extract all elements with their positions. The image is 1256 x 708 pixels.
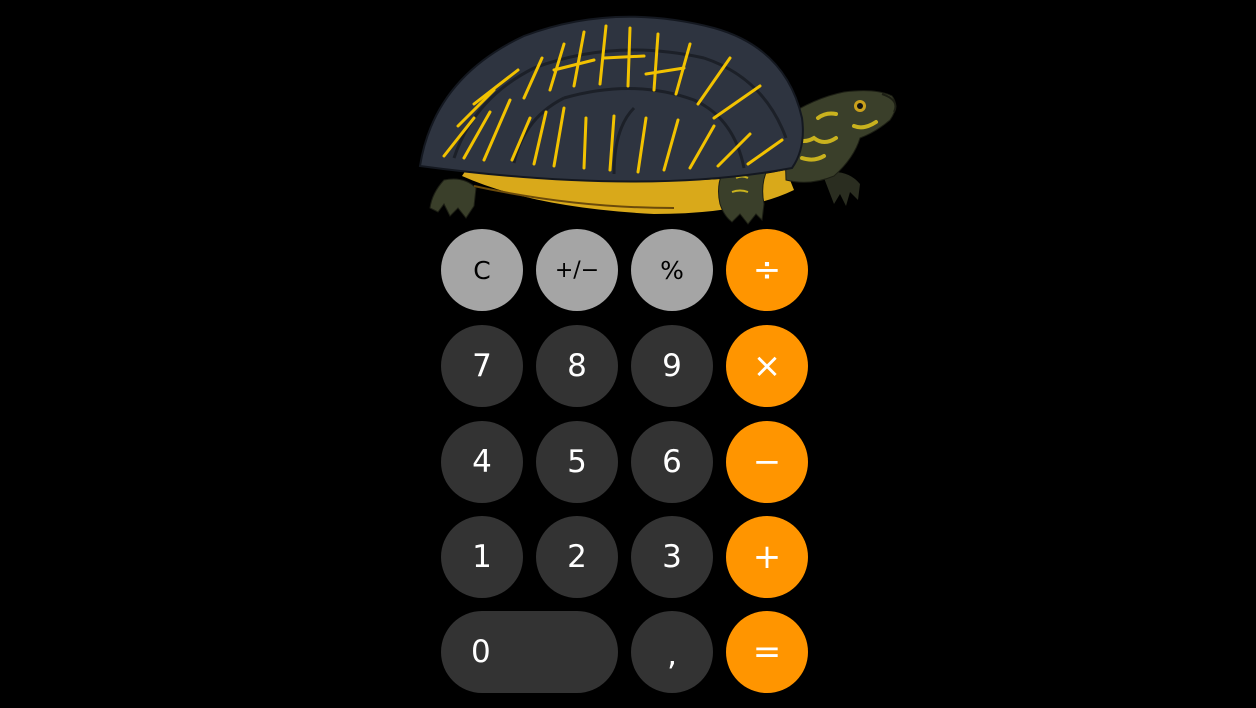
decimal-comma-button[interactable]: , <box>631 611 713 693</box>
add-button[interactable]: + <box>726 516 808 598</box>
turtle-image <box>418 15 897 225</box>
digit-2-button[interactable]: 2 <box>536 516 618 598</box>
sign-toggle-button-label: +/− <box>554 257 600 283</box>
divide-button-label: ÷ <box>752 250 782 290</box>
digit-4-label: 4 <box>472 444 492 480</box>
add-button-label: + <box>752 537 782 577</box>
subtract-button-label: − <box>752 442 782 482</box>
digit-1-button[interactable]: 1 <box>441 516 523 598</box>
digit-8-label: 8 <box>567 348 587 384</box>
digit-7-button[interactable]: 7 <box>441 325 523 407</box>
calculator-screen: C +/− % ÷ 7 8 9 × 4 5 6 − 1 2 3 + 0 , = <box>0 0 1256 708</box>
digit-3-label: 3 <box>662 539 682 575</box>
multiply-button-label: × <box>752 346 782 386</box>
decimal-comma-label: , <box>667 637 677 673</box>
digit-9-label: 9 <box>662 348 682 384</box>
equals-button-label: = <box>752 632 782 672</box>
clear-button[interactable]: C <box>441 229 523 311</box>
calculator-keypad: C +/− % ÷ 7 8 9 × 4 5 6 − 1 2 3 + 0 , = <box>441 229 811 695</box>
digit-5-button[interactable]: 5 <box>536 421 618 503</box>
digit-4-button[interactable]: 4 <box>441 421 523 503</box>
subtract-button[interactable]: − <box>726 421 808 503</box>
digit-8-button[interactable]: 8 <box>536 325 618 407</box>
digit-9-button[interactable]: 9 <box>631 325 713 407</box>
multiply-button[interactable]: × <box>726 325 808 407</box>
clear-button-label: C <box>473 255 491 285</box>
percent-button-label: % <box>660 255 684 285</box>
digit-3-button[interactable]: 3 <box>631 516 713 598</box>
digit-0-label: 0 <box>471 634 491 670</box>
digit-1-label: 1 <box>472 539 492 575</box>
digit-6-label: 6 <box>662 444 682 480</box>
digit-0-button[interactable]: 0 <box>441 611 618 693</box>
sign-toggle-button[interactable]: +/− <box>536 229 618 311</box>
digit-5-label: 5 <box>567 444 587 480</box>
digit-6-button[interactable]: 6 <box>631 421 713 503</box>
equals-button[interactable]: = <box>726 611 808 693</box>
digit-2-label: 2 <box>567 539 587 575</box>
divide-button[interactable]: ÷ <box>726 229 808 311</box>
percent-button[interactable]: % <box>631 229 713 311</box>
digit-7-label: 7 <box>472 348 492 384</box>
